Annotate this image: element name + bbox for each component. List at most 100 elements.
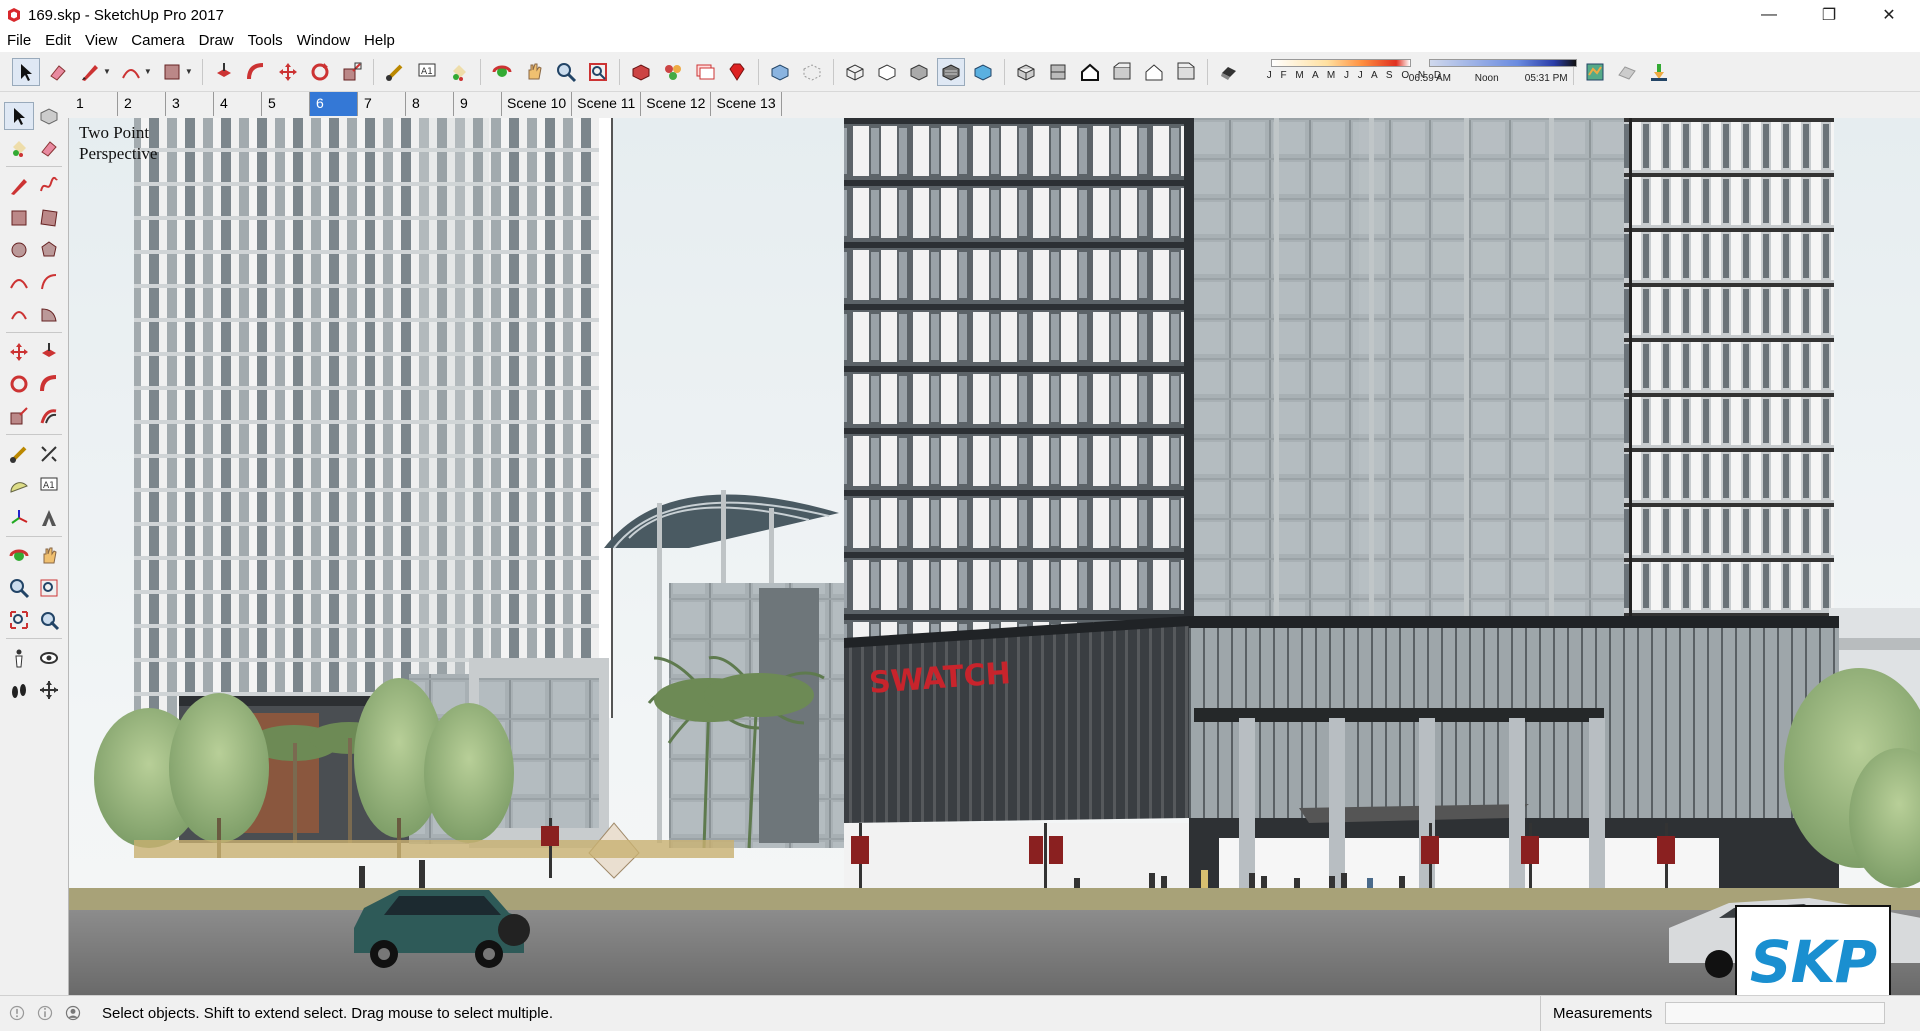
- photo-textures-icon[interactable]: [1645, 58, 1673, 86]
- paint-bucket-icon[interactable]: [4, 134, 34, 162]
- follow-me-icon[interactable]: [242, 58, 270, 86]
- arc-tools-dropdown-caret[interactable]: ▼: [144, 67, 152, 76]
- rectangle-icon[interactable]: [158, 58, 186, 86]
- make-component-icon[interactable]: [34, 102, 64, 130]
- dimension-icon[interactable]: [34, 440, 64, 468]
- orbit-icon[interactable]: [4, 542, 34, 570]
- axes-icon[interactable]: [4, 504, 34, 532]
- pan-icon[interactable]: [520, 58, 548, 86]
- push-pull-icon[interactable]: [34, 338, 64, 366]
- menu-view[interactable]: View: [78, 30, 124, 52]
- zoom-icon[interactable]: [4, 574, 34, 602]
- paint-bucket-icon[interactable]: [445, 58, 473, 86]
- scene-tab-5[interactable]: 5: [262, 92, 310, 116]
- eraser-icon[interactable]: [34, 134, 64, 162]
- shadow-settings-widget[interactable]: J F M A M J J A S O N D 06:59 AM Noon 05…: [1249, 57, 1577, 87]
- offset-icon[interactable]: [34, 402, 64, 430]
- rotate-icon[interactable]: [306, 58, 334, 86]
- protractor-icon[interactable]: [4, 472, 34, 500]
- back-view-icon[interactable]: [1140, 58, 1168, 86]
- shadow-time-slider[interactable]: [1428, 58, 1577, 67]
- text-icon[interactable]: A1: [413, 58, 441, 86]
- back-edges-icon[interactable]: [798, 58, 826, 86]
- move-icon[interactable]: [4, 338, 34, 366]
- scene-tab-13[interactable]: Scene 13: [711, 92, 782, 116]
- front-view-icon[interactable]: [1076, 58, 1104, 86]
- menu-window[interactable]: Window: [290, 30, 357, 52]
- user-account-icon[interactable]: [62, 1002, 84, 1024]
- toggle-terrain-icon[interactable]: [1613, 58, 1641, 86]
- arc-icon[interactable]: [4, 268, 34, 296]
- shadow-month-slider[interactable]: [1270, 58, 1411, 67]
- scene-tab-11[interactable]: Scene 11: [572, 92, 642, 116]
- text-icon[interactable]: A1: [34, 472, 64, 500]
- freehand-icon[interactable]: [34, 172, 64, 200]
- measurements-input[interactable]: [1665, 1002, 1885, 1024]
- shape-tools-dropdown-caret[interactable]: ▼: [185, 67, 193, 76]
- close-button[interactable]: ✕: [1860, 0, 1918, 30]
- model-viewport[interactable]: SWATCH Two Point Perspective: [68, 118, 1920, 995]
- zoom-extents-icon[interactable]: [4, 606, 34, 634]
- scene-tab-3[interactable]: 3: [166, 92, 214, 116]
- hidden-line-icon[interactable]: [873, 58, 901, 86]
- scene-tab-10[interactable]: Scene 10: [502, 92, 573, 116]
- scene-tab-6[interactable]: 6: [310, 92, 358, 116]
- wireframe-icon[interactable]: [841, 58, 869, 86]
- styles-icon[interactable]: [691, 58, 719, 86]
- section-plane-icon[interactable]: [34, 676, 64, 704]
- credits-icon[interactable]: [34, 1002, 56, 1024]
- tape-measure-icon[interactable]: [4, 440, 34, 468]
- components-icon[interactable]: [627, 58, 655, 86]
- select-icon[interactable]: [4, 102, 34, 130]
- rotate-icon[interactable]: [4, 370, 34, 398]
- orbit-icon[interactable]: [488, 58, 516, 86]
- minimize-button[interactable]: —: [1740, 0, 1798, 30]
- zoom-extents-icon[interactable]: [584, 58, 612, 86]
- scene-tab-4[interactable]: 4: [214, 92, 262, 116]
- 3d-text-icon[interactable]: [34, 504, 64, 532]
- zoom-icon[interactable]: [552, 58, 580, 86]
- menu-edit[interactable]: Edit: [38, 30, 78, 52]
- scale-icon[interactable]: [338, 58, 366, 86]
- shaded-icon[interactable]: [905, 58, 933, 86]
- line-icon[interactable]: [4, 172, 34, 200]
- walk-icon[interactable]: [4, 676, 34, 704]
- shadows-icon[interactable]: [1215, 58, 1243, 86]
- scene-tab-7[interactable]: 7: [358, 92, 406, 116]
- scene-tab-8[interactable]: 8: [406, 92, 454, 116]
- monochrome-icon[interactable]: [969, 58, 997, 86]
- circle-icon[interactable]: [4, 236, 34, 264]
- scene-tab-2[interactable]: 2: [118, 92, 166, 116]
- menu-help[interactable]: Help: [357, 30, 402, 52]
- tape-measure-icon[interactable]: [381, 58, 409, 86]
- right-view-icon[interactable]: [1108, 58, 1136, 86]
- pie-icon[interactable]: [34, 300, 64, 328]
- top-view-icon[interactable]: [1044, 58, 1072, 86]
- scale-icon[interactable]: [4, 402, 34, 430]
- iso-view-icon[interactable]: [1012, 58, 1040, 86]
- polygon-icon[interactable]: [34, 236, 64, 264]
- menu-camera[interactable]: Camera: [124, 30, 191, 52]
- look-around-icon[interactable]: [34, 644, 64, 672]
- two-point-arc-icon[interactable]: [34, 268, 64, 296]
- zoom-window-icon[interactable]: [34, 574, 64, 602]
- rectangle-icon[interactable]: [4, 204, 34, 232]
- menu-draw[interactable]: Draw: [192, 30, 241, 52]
- arc-icon[interactable]: [117, 58, 145, 86]
- add-location-icon[interactable]: [1581, 58, 1609, 86]
- previous-view-icon[interactable]: [34, 606, 64, 634]
- menu-tools[interactable]: Tools: [241, 30, 290, 52]
- rotated-rectangle-icon[interactable]: [34, 204, 64, 232]
- position-camera-icon[interactable]: [4, 644, 34, 672]
- left-view-icon[interactable]: [1172, 58, 1200, 86]
- three-point-arc-icon[interactable]: [4, 300, 34, 328]
- xray-icon[interactable]: [766, 58, 794, 86]
- ruby-icon[interactable]: [723, 58, 751, 86]
- select-arrow-icon[interactable]: [12, 57, 40, 86]
- shaded-textures-icon[interactable]: [936, 57, 965, 86]
- scene-tab-12[interactable]: Scene 12: [641, 92, 712, 116]
- scene-tab-1[interactable]: 1: [70, 92, 118, 116]
- geo-location-icon[interactable]: [6, 1002, 28, 1024]
- eraser-icon[interactable]: [44, 58, 72, 86]
- maximize-button[interactable]: ❐: [1800, 0, 1858, 30]
